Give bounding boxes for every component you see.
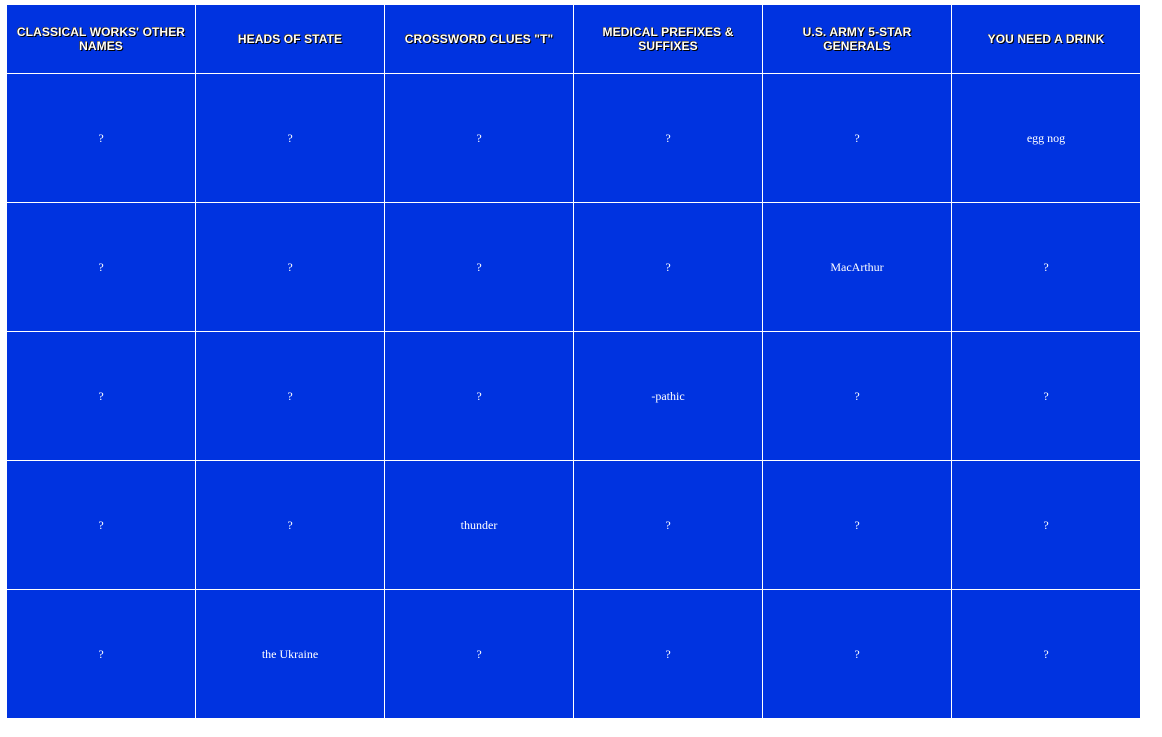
clue-cell[interactable]: egg nog [951, 73, 1141, 203]
clue-cell[interactable]: ? [195, 331, 385, 461]
clue-cell[interactable]: ? [762, 460, 952, 590]
clue-cell[interactable]: ? [762, 589, 952, 719]
clue-cell[interactable]: ? [573, 73, 763, 203]
clue-cell[interactable]: ? [951, 202, 1141, 332]
clue-cell[interactable]: ? [384, 73, 574, 203]
clue-cell[interactable]: ? [384, 331, 574, 461]
clue-cell[interactable]: ? [6, 73, 196, 203]
clue-cell[interactable]: ? [951, 460, 1141, 590]
clue-cell[interactable]: ? [573, 460, 763, 590]
clue-cell[interactable]: ? [384, 589, 574, 719]
category-header-5: U.S. Army 5-Star Generals [762, 4, 952, 74]
category-header-1: Classical Works' Other Names [6, 4, 196, 74]
game-board: Classical Works' Other Names Heads of St… [6, 4, 1141, 719]
clue-cell[interactable]: ? [195, 460, 385, 590]
clue-cell[interactable]: ? [6, 589, 196, 719]
clue-cell[interactable]: ? [384, 202, 574, 332]
clue-cell[interactable]: ? [762, 331, 952, 461]
clue-cell[interactable]: ? [6, 202, 196, 332]
clue-cell[interactable]: ? [951, 331, 1141, 461]
clue-cell[interactable]: thunder [384, 460, 574, 590]
clue-cell[interactable]: ? [573, 202, 763, 332]
category-row: Classical Works' Other Names Heads of St… [6, 4, 1141, 74]
clue-cell[interactable]: ? [951, 589, 1141, 719]
clue-cell[interactable]: ? [195, 73, 385, 203]
clue-cell[interactable]: ? [6, 460, 196, 590]
clue-cell[interactable]: ? [195, 202, 385, 332]
category-header-4: Medical Prefixes & Suffixes [573, 4, 763, 74]
category-header-3: Crossword Clues "T" [384, 4, 574, 74]
clue-cell[interactable]: ? [6, 331, 196, 461]
clue-cell[interactable]: ? [573, 589, 763, 719]
clue-row-4: ? ? thunder ? ? ? [6, 460, 1141, 590]
category-header-2: Heads of State [195, 4, 385, 74]
clue-cell[interactable]: the Ukraine [195, 589, 385, 719]
clue-row-3: ? ? ? -pathic ? ? [6, 331, 1141, 461]
clue-row-2: ? ? ? ? MacArthur ? [6, 202, 1141, 332]
clue-row-1: ? ? ? ? ? egg nog [6, 73, 1141, 203]
clue-cell[interactable]: MacArthur [762, 202, 952, 332]
clue-row-5: ? the Ukraine ? ? ? ? [6, 589, 1141, 719]
clue-cell[interactable]: -pathic [573, 331, 763, 461]
clue-cell[interactable]: ? [762, 73, 952, 203]
category-header-6: You Need A Drink [951, 4, 1141, 74]
